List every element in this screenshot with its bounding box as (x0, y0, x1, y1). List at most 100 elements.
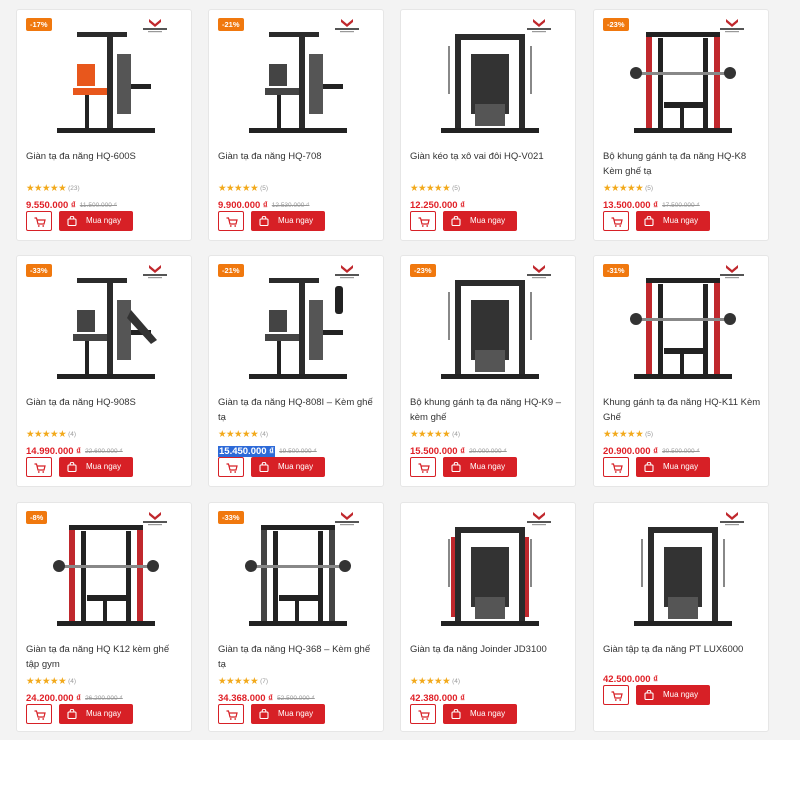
product-image[interactable] (624, 517, 742, 631)
product-title[interactable]: Bộ khung gánh tạ đa năng HQ-K8 Kèm ghế t… (603, 149, 761, 179)
product-rating: ★★★★★ (4) (218, 429, 268, 440)
product-rating: ★★★★★ (7) (218, 676, 268, 687)
buy-now-button[interactable]: Mua ngay (251, 704, 325, 724)
buy-now-button[interactable]: Mua ngay (443, 211, 517, 231)
buy-now-label: Mua ngay (663, 216, 699, 225)
product-image[interactable] (239, 517, 357, 631)
product-card[interactable]: -33% Giàn tạ đa năng HQ-368 – Kèm ghế tạ ★… (208, 502, 384, 732)
product-image[interactable] (431, 270, 549, 384)
buy-now-button[interactable]: Mua ngay (636, 457, 710, 477)
product-title[interactable]: Giàn tạ đa năng HQ-708 (218, 149, 376, 164)
product-image[interactable] (47, 517, 165, 631)
add-to-cart-button[interactable] (410, 211, 436, 231)
product-card[interactable]: Giàn tập tạ đa năng PT LUX6000 42.500.000… (593, 502, 769, 732)
product-image[interactable] (47, 270, 165, 384)
product-rating: ★★★★★ (5) (218, 183, 268, 194)
buy-now-button[interactable]: Mua ngay (251, 211, 325, 231)
product-image[interactable] (624, 24, 742, 138)
buy-now-label: Mua ngay (278, 216, 314, 225)
product-title[interactable]: Khung gánh tạ đa năng HQ-K11 Kèm Ghế (603, 395, 761, 425)
price-block: 9.550.000 ₫ 11.500.000 ₫ (26, 195, 117, 211)
star-rating-icon: ★★★★★ (26, 676, 67, 687)
brand-logo (716, 263, 748, 279)
product-rating: ★★★★★ (4) (26, 429, 76, 440)
buy-now-button[interactable]: Mua ngay (636, 211, 710, 231)
add-to-cart-button[interactable] (26, 457, 52, 477)
product-title[interactable]: Giàn tập tạ đa năng PT LUX6000 (603, 642, 761, 657)
add-to-cart-button[interactable] (410, 457, 436, 477)
product-title[interactable]: Giàn tạ đa năng HQ-368 – Kèm ghế tạ (218, 642, 376, 672)
price-block: 42.500.000 ₫ (603, 669, 658, 685)
buy-now-button[interactable]: Mua ngay (59, 211, 133, 231)
product-image[interactable] (239, 24, 357, 138)
add-to-cart-button[interactable] (603, 685, 629, 705)
brand-logo (331, 510, 363, 526)
old-price: 20.000.000 ₫ (469, 448, 507, 455)
product-rating: ★★★★★ (4) (410, 429, 461, 440)
sale-price: 13.500.000 ₫ (603, 200, 659, 211)
product-title[interactable]: Giàn tạ đa năng Joinder JD3100 (410, 642, 568, 657)
product-card[interactable]: -23% Bộ khung gánh tạ đa năng HQ-K8 Kèm g… (593, 9, 769, 241)
add-to-cart-button[interactable] (26, 704, 52, 724)
product-title[interactable]: Giàn tạ đa năng HQ-808I – Kèm ghế tạ (218, 395, 376, 425)
product-title[interactable]: Giàn kéo tạ xô vai đôi HQ-V021 (410, 149, 568, 164)
product-image[interactable] (624, 270, 742, 384)
product-card[interactable]: -8% Giàn tạ đa năng HQ K12 kèm ghế tập gy… (16, 502, 192, 732)
add-to-cart-button[interactable] (410, 704, 436, 724)
buy-now-button[interactable]: Mua ngay (443, 457, 517, 477)
price-block: 24.200.000 ₫ 26.200.000 ₫ (26, 688, 123, 704)
price-block: 12.250.000 ₫ (410, 195, 465, 211)
buy-now-button[interactable]: Mua ngay (59, 704, 133, 724)
buy-now-button[interactable]: Mua ngay (443, 704, 517, 724)
product-rating: ★★★★★ (5) (603, 183, 653, 194)
add-to-cart-button[interactable] (218, 457, 244, 477)
product-rating: ★★★★★ (23) (26, 183, 80, 194)
product-image[interactable] (47, 24, 165, 138)
product-card[interactable]: Giàn kéo tạ xô vai đôi HQ-V021 ★★★★★ (5) 12… (400, 9, 576, 241)
product-image[interactable] (431, 24, 549, 138)
add-to-cart-button[interactable] (26, 211, 52, 231)
sale-price: 15.500.000 ₫ (410, 446, 466, 457)
sale-price: 34.368.000 ₫ (218, 693, 274, 704)
add-to-cart-button[interactable] (603, 211, 629, 231)
discount-badge: -23% (410, 264, 436, 277)
star-rating-icon: ★★★★★ (218, 676, 259, 687)
product-image[interactable] (239, 270, 357, 384)
add-to-cart-button[interactable] (218, 211, 244, 231)
buy-now-button[interactable]: Mua ngay (59, 457, 133, 477)
add-to-cart-button[interactable] (218, 704, 244, 724)
product-card[interactable]: -21% Giàn tạ đa năng HQ-808I – Kèm ghế tạ… (208, 255, 384, 487)
buy-now-button[interactable]: Mua ngay (636, 685, 710, 705)
star-rating-icon: ★★★★★ (218, 429, 259, 440)
price-block: 15.500.000 ₫ 20.000.000 ₫ (410, 441, 507, 457)
buy-now-label: Mua ngay (470, 462, 506, 471)
sale-price: 12.250.000 ₫ (410, 200, 466, 211)
sale-price: 15.450.000 ₫ (218, 446, 276, 457)
product-rating: ★★★★★ (5) (410, 183, 460, 194)
product-title[interactable]: Giàn tạ đa năng HQ-600S (26, 149, 184, 164)
old-price: 19.500.000 ₫ (279, 448, 317, 455)
brand-logo (139, 510, 171, 526)
product-title[interactable]: Giàn tạ đa năng HQ-908S (26, 395, 184, 410)
product-card[interactable]: -21% Giàn tạ đa năng HQ-708 ★★★★★ (5) 9.900.… (208, 9, 384, 241)
product-card[interactable]: -23% Bộ khung gánh tạ đa năng HQ-K9 – kèm… (400, 255, 576, 487)
buy-now-label: Mua ngay (86, 216, 122, 225)
star-rating-icon: ★★★★★ (603, 429, 644, 440)
product-card[interactable]: -31% Khung gánh tạ đa năng HQ-K11 Kèm Ghế… (593, 255, 769, 487)
old-price: 12.530.000 ₫ (271, 202, 310, 209)
product-image[interactable] (431, 517, 549, 631)
add-to-cart-button[interactable] (603, 457, 629, 477)
product-title[interactable]: Bộ khung gánh tạ đa năng HQ-K9 – kèm ghế (410, 395, 568, 425)
product-card[interactable]: Giàn tạ đa năng Joinder JD3100 ★★★★★ (4) 42… (400, 502, 576, 732)
brand-logo (523, 17, 555, 33)
product-title[interactable]: Giàn tạ đa năng HQ K12 kèm ghế tập gym (26, 642, 184, 672)
sale-price: 14.990.000 ₫ (26, 446, 82, 457)
product-card[interactable]: -17% Giàn tạ đa năng HQ-600S ★★★★★ (23) 9.55… (16, 9, 192, 241)
product-card[interactable]: -33% Giàn tạ đa năng HQ-908S ★★★★★ (4) 14.99… (16, 255, 192, 487)
price-block: 14.990.000 ₫ 22.600.000 ₫ (26, 441, 123, 457)
buy-now-button[interactable]: Mua ngay (251, 457, 325, 477)
review-count: (4) (452, 431, 461, 438)
sale-price: 42.380.000 ₫ (410, 693, 466, 704)
sale-price: 20.900.000 ₫ (603, 446, 659, 457)
product-rating: ★★★★★ (4) (26, 676, 76, 687)
